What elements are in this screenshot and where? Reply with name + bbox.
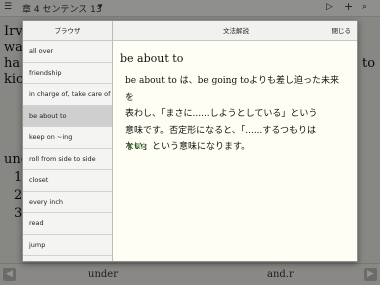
browser-list-item[interactable]: all over	[23, 41, 112, 63]
browser-list-item[interactable]: be about to	[23, 105, 112, 127]
body-line: be about to は、be going toよりも差し迫った未来を	[125, 76, 339, 103]
grammar-popover: ブラウザ all over friendship in charge of, tak…	[22, 20, 358, 262]
browser-pane: ブラウザ all over friendship in charge of, tak…	[23, 21, 113, 261]
browser-title: ブラウザ	[23, 21, 112, 41]
browser-list-item[interactable]: friendship	[23, 63, 112, 84]
detail-pane: 文法解説 閉じる be about to be about to は、be go…	[113, 21, 357, 261]
close-button[interactable]: 閉じる	[332, 21, 352, 41]
browser-list-item[interactable]: roll from side to side	[23, 149, 112, 170]
browser-list-item[interactable]: closet	[23, 170, 112, 192]
example-toggle[interactable]: ▼ 例文	[127, 140, 147, 150]
entry-title: be about to	[120, 52, 184, 65]
browser-list-item[interactable]: in charge of, take care of	[23, 84, 112, 106]
browser-list-item[interactable]: make a face	[23, 256, 112, 261]
body-line: 意味です。否定形になると、「......するつもりは	[125, 125, 317, 136]
body-line: 表わし、「まさに......しようとしている」という	[125, 109, 318, 119]
browser-list-item[interactable]: jump	[23, 235, 112, 256]
browser-list-item[interactable]: every inch	[23, 192, 112, 213]
browser-list-item[interactable]: read	[23, 213, 112, 235]
browser-list: all over friendship in charge of, take car…	[23, 41, 112, 261]
browser-list-item[interactable]: keep on ~ing	[23, 127, 112, 149]
entry-body: be about to は、be going toよりも差し迫った未来を 表わし…	[125, 73, 347, 156]
body-line: ない」という意味になります。	[125, 142, 251, 152]
detail-header: 文法解説 閉じる	[113, 21, 357, 41]
detail-title: 文法解説	[223, 27, 249, 35]
